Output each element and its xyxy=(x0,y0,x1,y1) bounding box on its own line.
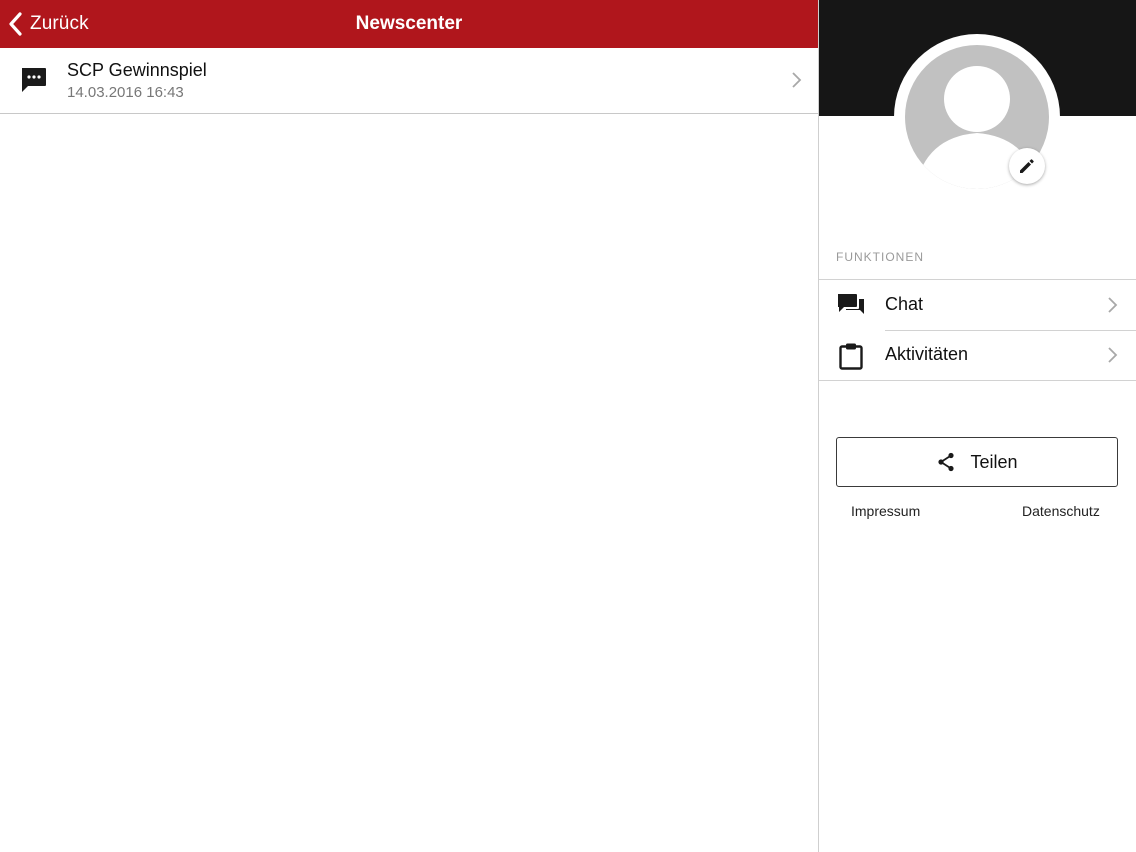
news-title: SCP Gewinnspiel xyxy=(67,60,207,80)
back-button[interactable]: Zurück xyxy=(6,0,89,48)
back-label: Zurück xyxy=(30,13,89,34)
pencil-icon xyxy=(1020,159,1034,173)
edit-avatar-button[interactable] xyxy=(1009,148,1045,184)
impressum-link[interactable]: Impressum xyxy=(851,503,920,519)
share-button[interactable]: Teilen xyxy=(836,437,1118,487)
navbar: Zurück Newscenter xyxy=(0,0,818,48)
functions-list: Chat Aktivitäten xyxy=(819,279,1136,381)
function-item-chat[interactable]: Chat xyxy=(819,280,1136,330)
share-label: Teilen xyxy=(970,451,1018,472)
news-item[interactable]: SCP Gewinnspiel 14.03.2016 16:43 xyxy=(0,48,818,114)
newscenter-pane: Zurück Newscenter SCP Gewinnspiel 14.03.… xyxy=(0,0,818,852)
clipboard-icon xyxy=(839,343,863,370)
share-icon xyxy=(938,452,955,472)
message-icon xyxy=(22,68,46,92)
chevron-left-icon xyxy=(9,12,22,36)
news-list: SCP Gewinnspiel 14.03.2016 16:43 xyxy=(0,48,818,114)
page-title: Newscenter xyxy=(355,13,463,34)
datenschutz-link[interactable]: Datenschutz xyxy=(1022,503,1100,519)
chevron-right-icon xyxy=(1108,297,1118,313)
profile-sidebar: FUNKTIONEN Chat Aktivitäten Teilen Impre… xyxy=(819,0,1136,852)
chat-bubbles-icon xyxy=(838,294,864,314)
function-label: Aktivitäten xyxy=(885,344,969,364)
chevron-right-icon xyxy=(1108,347,1118,363)
function-label: Chat xyxy=(885,294,924,314)
functions-header: FUNKTIONEN xyxy=(836,250,924,264)
chevron-right-icon xyxy=(792,72,802,88)
app-window: Zurück Newscenter SCP Gewinnspiel 14.03.… xyxy=(0,0,1136,852)
function-item-aktivitaeten[interactable]: Aktivitäten xyxy=(819,330,1136,380)
news-date: 14.03.2016 16:43 xyxy=(67,84,184,101)
